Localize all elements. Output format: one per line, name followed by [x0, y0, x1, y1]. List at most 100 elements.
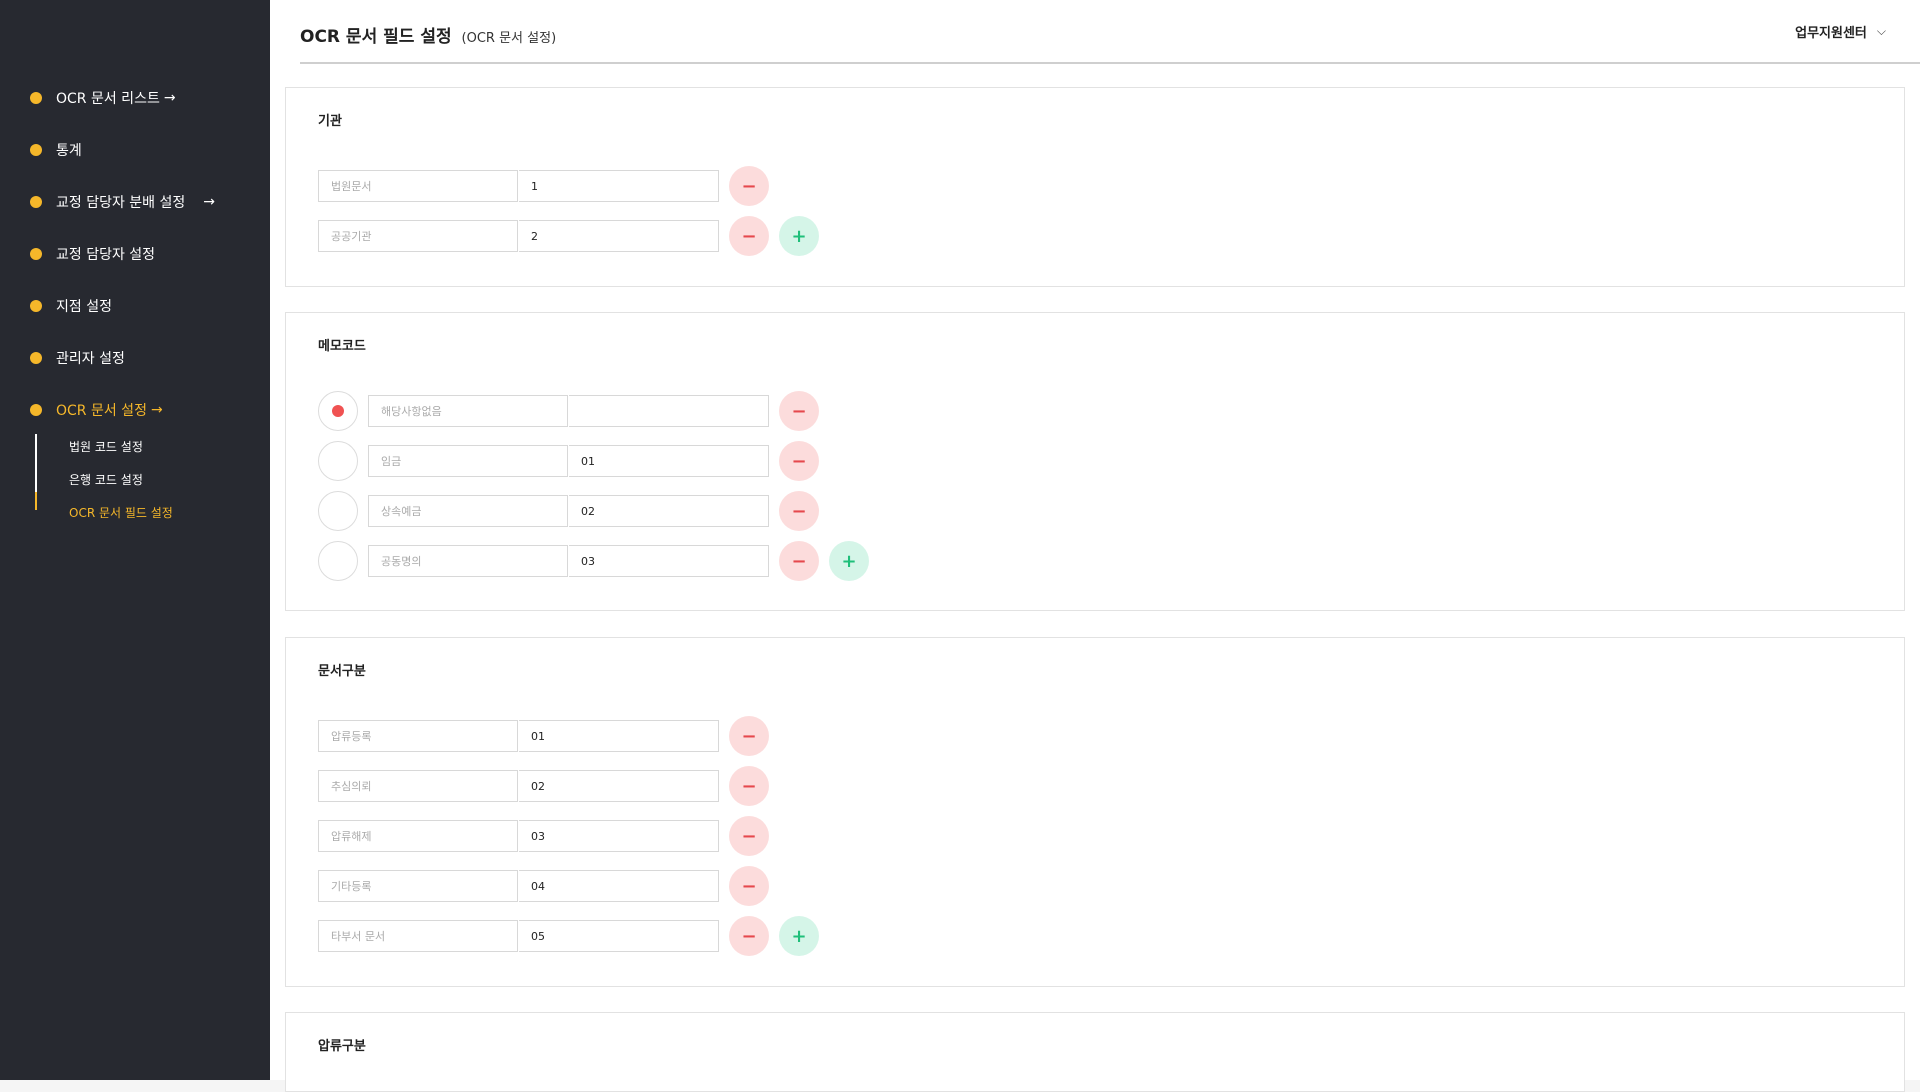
- plus-icon: +: [791, 225, 807, 247]
- field-name-input[interactable]: 공동명의: [368, 545, 568, 577]
- remove-button[interactable]: −: [779, 391, 819, 431]
- field-name-input[interactable]: 압류해제: [318, 820, 518, 852]
- page-title-text: OCR 문서 필드 설정: [300, 27, 452, 47]
- sidebar-subnav: 법원 코드 설정 은행 코드 설정 OCR 문서 필드 설정: [35, 430, 215, 529]
- bullet-dot-icon: [30, 352, 42, 364]
- remove-button[interactable]: −: [729, 916, 769, 956]
- remove-button[interactable]: −: [729, 216, 769, 256]
- field-row: 임금 01 −: [318, 441, 819, 481]
- remove-button[interactable]: −: [729, 716, 769, 756]
- subnav-item-court-code[interactable]: 법원 코드 설정: [69, 430, 215, 463]
- sidebar-item-stats[interactable]: 통계: [30, 124, 215, 176]
- sidebar-nav: OCR 문서 리스트 → 통계 교정 담당자 분배 설정 → 교정 담당자 설정…: [30, 72, 215, 529]
- remove-button[interactable]: −: [779, 491, 819, 531]
- default-radio[interactable]: [318, 391, 358, 431]
- section-agency: 기관 법원문서 1 − 공공기관 2 − +: [285, 87, 1905, 287]
- minus-icon: −: [741, 175, 757, 197]
- section-seizure-type: 압류구분: [285, 1012, 1905, 1092]
- section-document-type: 문서구분 압류등록 01 − 추심의뢰 02 − 압류해제 03 − 기타등록 …: [285, 637, 1905, 987]
- default-radio[interactable]: [318, 491, 358, 531]
- field-name-input[interactable]: 임금: [368, 445, 568, 477]
- chevron-down-icon: ⌵: [1876, 24, 1886, 38]
- field-row: 기타등록 04 −: [318, 866, 769, 906]
- sidebar-item-corrector-settings[interactable]: 교정 담당자 설정: [30, 228, 215, 280]
- field-row: 공공기관 2 − +: [318, 216, 819, 256]
- field-name-input[interactable]: 타부서 문서: [318, 920, 518, 952]
- field-code-input[interactable]: 02: [569, 495, 769, 527]
- field-code-input[interactable]: 02: [519, 770, 719, 802]
- field-name-input[interactable]: 공공기관: [318, 220, 518, 252]
- sidebar-item-label: 교정 담당자 분배 설정: [56, 195, 186, 211]
- field-row: 압류해제 03 −: [318, 816, 769, 856]
- field-code-input[interactable]: 03: [519, 820, 719, 852]
- remove-button[interactable]: −: [729, 816, 769, 856]
- remove-button[interactable]: −: [779, 541, 819, 581]
- page-title: OCR 문서 필드 설정 (OCR 문서 설정): [300, 22, 556, 47]
- minus-icon: −: [791, 500, 807, 522]
- field-name-input[interactable]: 압류등록: [318, 720, 518, 752]
- field-code-input[interactable]: 1: [519, 170, 719, 202]
- bullet-dot-icon: [30, 248, 42, 260]
- page-subtitle: (OCR 문서 설정): [461, 31, 557, 46]
- user-name: 업무지원센터: [1795, 26, 1867, 41]
- section-title: 압류구분: [318, 1039, 366, 1054]
- field-name-input[interactable]: 추심의뢰: [318, 770, 518, 802]
- minus-icon: −: [741, 725, 757, 747]
- field-code-input[interactable]: [569, 395, 769, 427]
- field-name-input[interactable]: 법원문서: [318, 170, 518, 202]
- minus-icon: −: [791, 550, 807, 572]
- sidebar-item-label: OCR 문서 설정: [56, 403, 147, 419]
- field-row: 해당사항없음 −: [318, 391, 819, 431]
- plus-icon: +: [791, 925, 807, 947]
- field-row: 공동명의 03 − +: [318, 541, 869, 581]
- field-row: 압류등록 01 −: [318, 716, 769, 756]
- minus-icon: −: [741, 825, 757, 847]
- remove-button[interactable]: −: [729, 866, 769, 906]
- section-memo-code: 메모코드 해당사항없음 − 임금 01 − 상속예금 02 − 공동명의 03 …: [285, 312, 1905, 611]
- field-name-input[interactable]: 해당사항없음: [368, 395, 568, 427]
- arrow-right-icon: →: [203, 194, 216, 210]
- section-title: 문서구분: [318, 664, 366, 679]
- field-code-input[interactable]: 03: [569, 545, 769, 577]
- sidebar-item-label: 지점 설정: [56, 299, 112, 315]
- add-button[interactable]: +: [779, 916, 819, 956]
- minus-icon: −: [741, 875, 757, 897]
- add-button[interactable]: +: [779, 216, 819, 256]
- bullet-dot-icon: [30, 92, 42, 104]
- subnav-item-bank-code[interactable]: 은행 코드 설정: [69, 463, 215, 496]
- default-radio[interactable]: [318, 541, 358, 581]
- section-title: 메모코드: [318, 339, 366, 354]
- radio-selected-dot: [332, 405, 344, 417]
- arrow-right-icon: →: [150, 402, 163, 418]
- field-code-input[interactable]: 01: [519, 720, 719, 752]
- sidebar-item-corrector-distribution[interactable]: 교정 담당자 분배 설정 →: [30, 176, 215, 228]
- sidebar-item-ocr-list[interactable]: OCR 문서 리스트 →: [30, 72, 215, 124]
- bullet-dot-icon: [30, 196, 42, 208]
- sidebar-item-ocr-settings[interactable]: OCR 문서 설정 →: [30, 384, 215, 436]
- sidebar-item-admin-settings[interactable]: 관리자 설정: [30, 332, 215, 384]
- field-name-input[interactable]: 상속예금: [368, 495, 568, 527]
- field-code-input[interactable]: 01: [569, 445, 769, 477]
- field-row: 타부서 문서 05 − +: [318, 916, 819, 956]
- field-row: 추심의뢰 02 −: [318, 766, 769, 806]
- field-code-input[interactable]: 04: [519, 870, 719, 902]
- minus-icon: −: [741, 775, 757, 797]
- sidebar-item-label: 관리자 설정: [56, 351, 125, 367]
- add-button[interactable]: +: [829, 541, 869, 581]
- sidebar: OCR 문서 리스트 → 통계 교정 담당자 분배 설정 → 교정 담당자 설정…: [0, 0, 270, 1080]
- section-title: 기관: [318, 114, 342, 129]
- remove-button[interactable]: −: [779, 441, 819, 481]
- main-content: OCR 문서 필드 설정 (OCR 문서 설정) 업무지원센터 ⌵ 기관 법원문…: [270, 0, 1920, 1092]
- minus-icon: −: [791, 400, 807, 422]
- field-code-input[interactable]: 2: [519, 220, 719, 252]
- remove-button[interactable]: −: [729, 166, 769, 206]
- user-menu[interactable]: 업무지원센터 ⌵: [1795, 22, 1886, 41]
- field-name-input[interactable]: 기타등록: [318, 870, 518, 902]
- subnav-item-ocr-field[interactable]: OCR 문서 필드 설정: [69, 496, 215, 529]
- bullet-dot-icon: [30, 144, 42, 156]
- field-code-input[interactable]: 05: [519, 920, 719, 952]
- remove-button[interactable]: −: [729, 766, 769, 806]
- default-radio[interactable]: [318, 441, 358, 481]
- minus-icon: −: [741, 225, 757, 247]
- sidebar-item-branch-settings[interactable]: 지점 설정: [30, 280, 215, 332]
